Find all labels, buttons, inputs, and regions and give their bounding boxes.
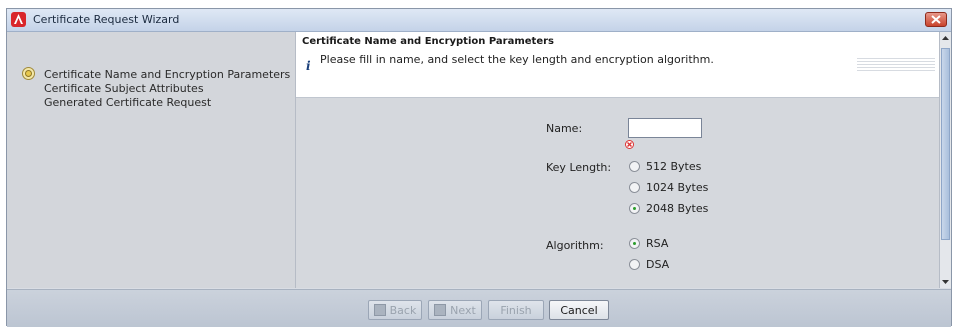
step-subject-attributes[interactable]: Certificate Subject Attributes [44, 82, 204, 95]
wizard-window: Certificate Request Wizard Certificate N… [6, 8, 952, 327]
finish-button[interactable]: Finish [488, 300, 544, 320]
key-length-512-label: 512 Bytes [646, 160, 702, 173]
step-certificate-name[interactable]: Certificate Name and Encryption Paramete… [44, 68, 290, 81]
key-length-2048-option[interactable]: 2048 Bytes [629, 202, 708, 215]
key-length-512-radio[interactable] [629, 161, 640, 172]
error-icon [625, 140, 634, 149]
algorithm-rsa-label: RSA [646, 237, 669, 250]
key-length-1024-label: 1024 Bytes [646, 181, 709, 194]
info-icon: i [306, 59, 311, 73]
scroll-up-arrow-icon[interactable] [941, 34, 950, 43]
window-title: Certificate Request Wizard [33, 13, 180, 26]
key-length-label: Key Length: [546, 161, 612, 174]
wizard-steps-sidebar: Certificate Name and Encryption Paramete… [7, 32, 296, 288]
key-length-2048-radio[interactable] [629, 203, 640, 214]
wizard-content: Certificate Name and Encryption Paramete… [296, 32, 941, 288]
next-arrow-icon [434, 304, 447, 316]
next-button[interactable]: Next [428, 300, 482, 320]
back-button[interactable]: Back [368, 300, 422, 320]
header-decoration [857, 58, 935, 76]
wizard-footer: Back Next Finish Cancel [7, 289, 951, 327]
algorithm-dsa-option[interactable]: DSA [629, 258, 669, 271]
algorithm-dsa-radio[interactable] [629, 259, 640, 270]
scrollbar-thumb[interactable] [941, 48, 950, 240]
step-generated-request[interactable]: Generated Certificate Request [44, 96, 211, 109]
key-length-1024-option[interactable]: 1024 Bytes [629, 181, 708, 194]
key-length-512-option[interactable]: 512 Bytes [629, 160, 701, 173]
back-arrow-icon [373, 304, 386, 316]
algorithm-dsa-label: DSA [646, 258, 670, 271]
step-description: Please fill in name, and select the key … [320, 53, 714, 66]
step-title: Certificate Name and Encryption Paramete… [302, 36, 555, 47]
acrobat-icon [11, 12, 26, 27]
title-bar: Certificate Request Wizard [7, 9, 951, 32]
name-input[interactable] [628, 118, 702, 138]
algorithm-rsa-option[interactable]: RSA [629, 237, 668, 250]
vertical-scrollbar[interactable] [939, 32, 951, 288]
algorithm-rsa-radio[interactable] [629, 238, 640, 249]
close-icon [931, 15, 941, 24]
step-header: Certificate Name and Encryption Paramete… [296, 32, 941, 98]
name-label: Name: [546, 122, 583, 135]
key-length-2048-label: 2048 Bytes [646, 202, 709, 215]
back-button-label: Back [389, 303, 417, 317]
wizard-step-icon [22, 67, 35, 80]
key-length-1024-radio[interactable] [629, 182, 640, 193]
cancel-button[interactable]: Cancel [549, 300, 609, 320]
scroll-down-arrow-icon[interactable] [941, 277, 950, 286]
next-button-label: Next [450, 303, 476, 317]
cancel-button-label: Cancel [560, 303, 598, 317]
close-button[interactable] [925, 12, 947, 27]
finish-button-label: Finish [500, 303, 532, 317]
algorithm-label: Algorithm: [546, 239, 604, 252]
